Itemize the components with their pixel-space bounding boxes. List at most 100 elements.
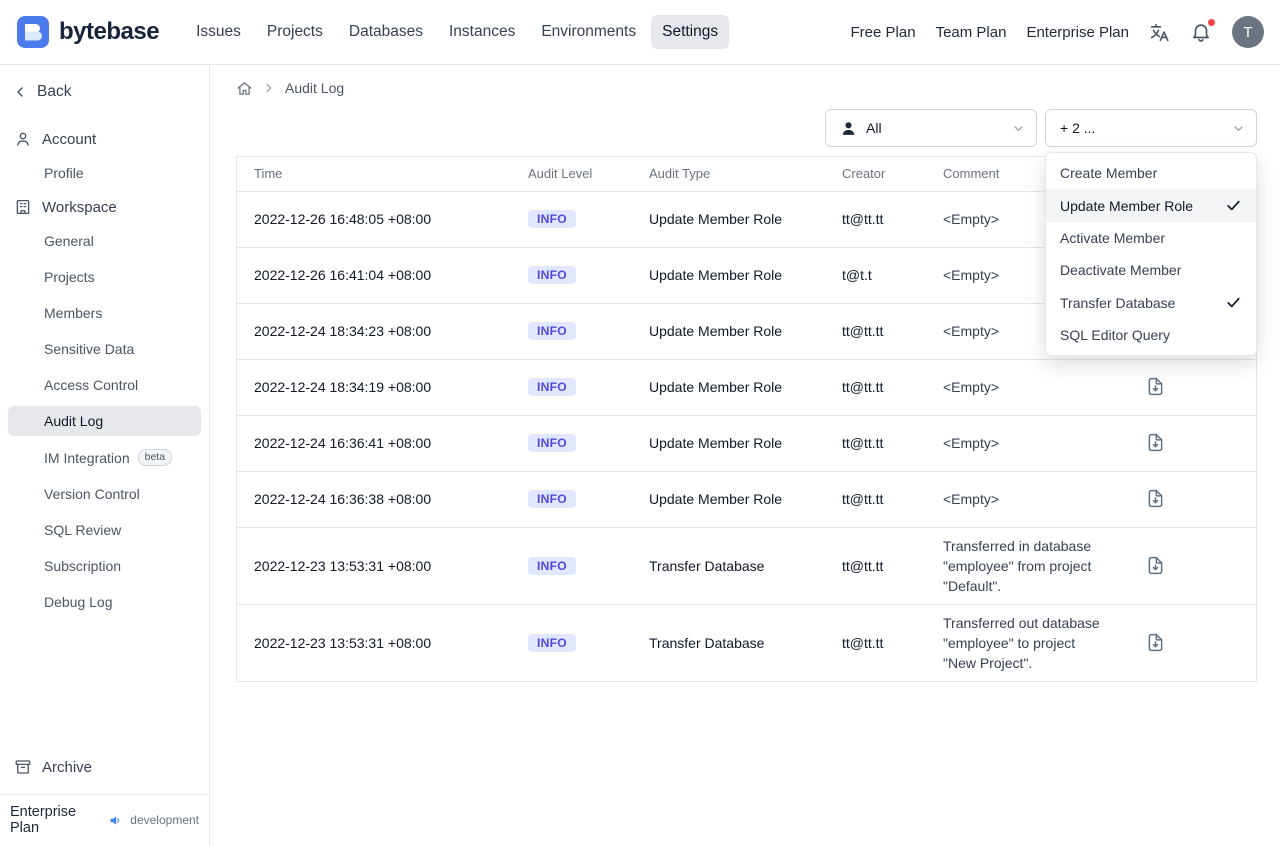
audit-time: 2022-12-26 16:41:04 +08:00 — [237, 247, 511, 304]
current-plan-label: Enterprise Plan — [10, 804, 77, 836]
chevron-down-icon — [1231, 121, 1246, 136]
audit-type: Transfer Database — [632, 527, 825, 605]
nav-item-environments[interactable]: Environments — [530, 15, 647, 49]
creator-filter-value: All — [866, 120, 882, 136]
menu-item-activate-member[interactable]: Activate Member — [1046, 222, 1256, 254]
audit-type: Update Member Role — [632, 415, 825, 472]
environment-label: development — [130, 813, 199, 827]
nav-item-projects[interactable]: Projects — [256, 15, 334, 49]
audit-creator: tt@tt.tt — [825, 527, 926, 605]
menu-item-label: Deactivate Member — [1060, 262, 1182, 278]
sidebar-item-general[interactable]: General — [8, 226, 201, 256]
sidebar-item-access-control[interactable]: Access Control — [8, 370, 201, 400]
audit-level-badge: INFO — [528, 322, 576, 340]
sidebar-item-label: SQL Review — [44, 522, 122, 538]
back-label: Back — [37, 83, 72, 100]
user-avatar[interactable]: T — [1232, 16, 1264, 48]
sidebar-item-sensitive-data[interactable]: Sensitive Data — [8, 334, 201, 364]
check-icon — [1225, 294, 1242, 311]
audit-level-badge: INFO — [528, 633, 576, 652]
chevron-left-icon — [12, 84, 28, 100]
breadcrumb-current: Audit Log — [285, 80, 345, 96]
sidebar-item-label: Profile — [44, 165, 84, 181]
audit-creator: tt@tt.tt — [825, 303, 926, 360]
notifications-bell-icon[interactable] — [1190, 18, 1216, 43]
creator-filter-select[interactable]: All — [825, 109, 1037, 147]
audit-level-badge: INFO — [528, 210, 576, 228]
workspace-icon — [14, 198, 32, 216]
audit-level-badge: INFO — [528, 378, 576, 396]
sidebar-item-profile[interactable]: Profile — [8, 158, 201, 188]
sidebar-item-label: Members — [44, 305, 103, 321]
nav-item-settings[interactable]: Settings — [651, 15, 730, 49]
sidebar-item-sql-review[interactable]: SQL Review — [8, 515, 201, 545]
header-time: Time — [237, 157, 511, 192]
archive-icon — [14, 758, 32, 776]
sidebar-item-version-control[interactable]: Version Control — [8, 479, 201, 509]
nav-item-instances[interactable]: Instances — [438, 15, 526, 49]
home-icon[interactable] — [236, 80, 253, 97]
audit-type: Transfer Database — [649, 634, 765, 651]
export-entry-icon[interactable] — [1143, 630, 1168, 655]
bytebase-logo[interactable]: bytebase — [16, 15, 160, 49]
nav-item-issues[interactable]: Issues — [185, 15, 252, 49]
export-entry-icon[interactable] — [1143, 553, 1168, 578]
nav-item-databases[interactable]: Databases — [338, 15, 434, 49]
audit-level-badge: INFO — [528, 490, 576, 508]
workspace-group-label: Workspace — [42, 198, 117, 216]
export-entry-icon[interactable] — [1143, 430, 1168, 455]
header-audit-type: Audit Type — [632, 157, 825, 192]
table-row: 2022-12-24 18:34:19 +08:00 INFO Update M… — [237, 359, 1256, 416]
sidebar-item-debug-log[interactable]: Debug Log — [8, 587, 201, 617]
audit-level-badge: INFO — [528, 266, 576, 284]
top-navbar: bytebase Issues Projects Databases Insta… — [0, 0, 1280, 65]
chevron-down-icon — [1011, 121, 1026, 136]
audit-creator: tt@tt.tt — [825, 415, 926, 472]
menu-item-deactivate-member[interactable]: Deactivate Member — [1046, 254, 1256, 286]
audit-type-filter-value: + 2 ... — [1060, 120, 1096, 136]
audit-creator: tt@tt.tt — [842, 634, 884, 651]
settings-sidebar: Back Account Profile Workspace General P… — [0, 65, 210, 846]
language-toggle-icon[interactable] — [1149, 22, 1170, 43]
export-entry-icon[interactable] — [1143, 486, 1168, 511]
sidebar-item-audit-log[interactable]: Audit Log — [8, 406, 201, 436]
archive-button[interactable]: Archive — [8, 750, 201, 784]
menu-item-sql-editor-query[interactable]: SQL Editor Query — [1046, 319, 1256, 351]
sidebar-item-members[interactable]: Members — [8, 298, 201, 328]
sidebar-item-label: Access Control — [44, 377, 139, 393]
check-icon — [1225, 197, 1242, 214]
menu-item-update-member-role[interactable]: Update Member Role — [1046, 189, 1256, 222]
audit-creator: tt@tt.tt — [825, 191, 926, 248]
back-button[interactable]: Back — [8, 77, 201, 107]
audit-type: Update Member Role — [632, 303, 825, 360]
sidebar-item-label: Debug Log — [44, 594, 113, 610]
menu-item-transfer-database[interactable]: Transfer Database — [1046, 286, 1256, 319]
sidebar-item-projects[interactable]: Projects — [8, 262, 201, 292]
menu-item-label: SQL Editor Query — [1060, 327, 1170, 343]
menu-item-create-member[interactable]: Create Member — [1046, 157, 1256, 189]
sidebar-item-label: Audit Log — [44, 413, 104, 429]
enterprise-plan-link[interactable]: Enterprise Plan — [1026, 24, 1129, 41]
beta-badge: beta — [137, 449, 173, 466]
sidebar-item-label: Subscription — [44, 558, 122, 574]
audit-type-filter-select[interactable]: + 2 ... — [1045, 109, 1257, 147]
table-row: 2022-12-23 13:53:31 +08:00 INFO Transfer… — [237, 527, 1256, 605]
free-plan-link[interactable]: Free Plan — [851, 24, 916, 41]
team-plan-link[interactable]: Team Plan — [936, 24, 1007, 41]
chevron-right-icon — [262, 81, 276, 95]
audit-comment: Transferred in database "employee" from … — [926, 527, 1119, 605]
menu-item-label: Activate Member — [1060, 230, 1166, 246]
main-nav: Issues Projects Databases Instances Envi… — [185, 15, 850, 49]
audit-time: 2022-12-26 16:48:05 +08:00 — [237, 191, 511, 248]
audit-type: Update Member Role — [632, 191, 825, 248]
sidebar-item-im-integration[interactable]: IM Integration beta — [8, 442, 201, 473]
table-row: 2022-12-23 13:53:31 +08:00 INFO Transfer… — [237, 604, 1256, 681]
sidebar-item-subscription[interactable]: Subscription — [8, 551, 201, 581]
audit-type: Update Member Role — [632, 247, 825, 304]
audit-log-page: Audit Log All + 2 ... Create Member Upda… — [210, 65, 1280, 846]
brand-name: bytebase — [59, 18, 160, 45]
header-audit-level: Audit Level — [511, 157, 632, 192]
export-entry-icon[interactable] — [1143, 374, 1168, 399]
user-icon — [840, 120, 857, 137]
audit-comment: Transferred out database "employee" to p… — [943, 614, 1100, 671]
